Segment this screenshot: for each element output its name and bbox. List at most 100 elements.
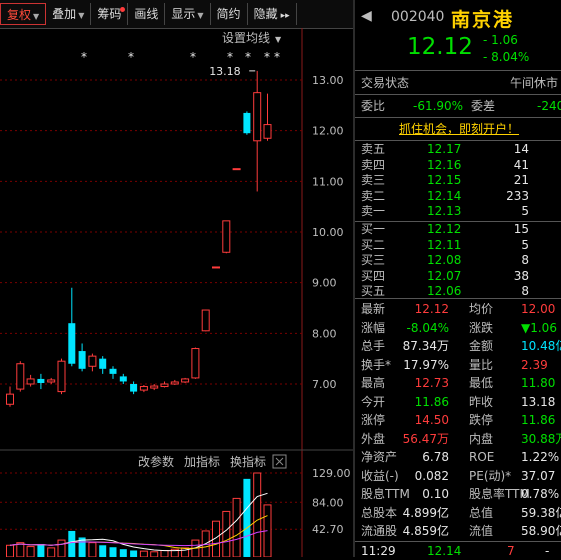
candle-body[interactable] [130,384,138,392]
price-tick-label: 9.00 [312,277,337,290]
stats-value: 11.86 [521,413,556,427]
volume-tick-label: 84.00 [312,496,344,509]
volume-bar[interactable] [160,549,169,558]
volume-bar[interactable] [222,510,231,558]
candle-body[interactable] [16,363,25,390]
candle-body[interactable] [191,348,200,379]
toolbar-button-4[interactable]: 显示 ▼ [165,3,211,25]
volume-bar[interactable] [253,472,262,558]
volume-bar[interactable] [109,547,117,557]
buy-order-row[interactable]: 买四 12.07 38 [355,269,561,285]
stats-row: 换手* 17.97% 量比 2.39 [355,356,561,374]
separator [355,70,561,71]
event-marker[interactable]: * [128,50,134,64]
candle-body[interactable] [6,393,14,405]
volume-bar[interactable] [68,530,76,557]
candle-body[interactable] [139,386,148,391]
stats-value: 56.47万 [402,431,449,446]
tick-row: 11:29 12.14 7 - [355,541,561,557]
event-marker[interactable]: * [190,50,196,64]
volume-bar[interactable] [232,497,241,558]
stats-label: 外盘 [361,431,386,446]
chevron-down-icon[interactable]: ▼ [275,35,282,44]
stats-value: 87.34万 [402,339,449,353]
ma-settings-label[interactable]: 设置均线 [222,31,270,45]
candle-body[interactable] [201,309,210,332]
candle-body[interactable] [263,124,272,139]
indicator-button[interactable]: 加指标 [184,454,220,469]
candle-body[interactable] [243,112,251,134]
volume-bar[interactable] [37,543,45,557]
volume-bar[interactable] [99,545,107,557]
indicator-button[interactable]: 改参数 [138,454,174,469]
sell-order-row[interactable]: 卖四 12.16 41 [355,158,561,174]
sell-order-row[interactable]: 卖三 12.15 21 [355,173,561,189]
volume-bar[interactable] [243,478,251,557]
event-marker[interactable]: * [274,50,280,64]
candle-body[interactable] [26,378,35,385]
sell-order-row[interactable]: 卖一 12.13 5 [355,204,561,220]
candle-body[interactable] [150,385,159,389]
volume-bar[interactable] [26,546,35,558]
candle-body[interactable] [109,368,117,374]
sell-order-label: 卖四 [361,157,386,172]
open-account-link[interactable]: 抓住机会，即刻开户！ [399,120,519,137]
toolbar-button-3[interactable]: 画线 [128,3,166,25]
candle-body[interactable] [222,220,231,253]
stats-row: 收益(-) 0.082 PE(动)* 37.07 [355,467,561,485]
candle-body[interactable] [57,360,66,393]
buy-order-row[interactable]: 买三 12.08 8 [355,253,561,269]
event-marker[interactable]: * [81,50,87,64]
toolbar-button-6[interactable]: 隐藏 ▸▸ [248,3,297,25]
stock-name: 南京港 [451,9,515,31]
buy-order-volume: 15 [513,222,529,236]
candle-body[interactable] [160,383,169,388]
sell-order-price: 12.17 [427,142,462,156]
indicator-button[interactable]: 换指标 [230,454,266,469]
buy-order-label: 买三 [361,253,386,267]
volume-bar[interactable] [57,539,66,558]
candle-body[interactable] [47,379,56,383]
toolbar-button-2[interactable]: 筹码 [91,3,129,25]
separator [355,94,561,95]
back-arrow-icon[interactable]: ◀ [361,8,372,24]
toolbar-button-0[interactable]: 复权 ▼ [0,3,47,25]
candle-body[interactable] [37,378,45,383]
sell-order-row[interactable]: 卖二 12.14 233 [355,189,561,205]
candle-body[interactable] [212,266,220,269]
stats-value: -8.04% [406,320,449,335]
volume-bar[interactable] [130,550,138,557]
buy-order-row[interactable]: 买一 12.12 15 [355,222,561,238]
sell-order-volume: 41 [513,157,529,172]
toolbar-button-1[interactable]: 叠加 ▼ [46,3,92,25]
candle-body[interactable] [119,376,127,382]
candle-body[interactable] [170,381,179,385]
stats-value: 11.86 [414,394,449,409]
volume-bar[interactable] [47,547,56,558]
volume-bar[interactable] [6,544,14,558]
candle-body[interactable] [78,351,86,369]
candle-body[interactable] [232,168,241,171]
price-change-pct: - 8.04% [483,50,530,64]
volume-bar[interactable] [88,542,97,558]
tick-volume: 7 [507,544,515,557]
sell-order-price: 12.14 [427,188,462,203]
candle-body[interactable] [68,323,76,364]
volume-bar[interactable] [16,542,25,558]
sell-order-row[interactable]: 卖五 12.17 14 [355,142,561,158]
stats-label: 量比 [469,357,494,372]
volume-bar[interactable] [150,551,159,558]
kline-chart[interactable]: 13.00 12.00 11.00 10.00 9.00 8.00 7.00 设置均线 ▼ 13.… [0,28,354,558]
buy-order-row[interactable]: 买二 12.11 5 [355,238,561,254]
candle-body[interactable] [181,378,190,383]
kline-chart-area[interactable]: 13.00 12.00 11.00 10.00 9.00 8.00 7.00 设置均线 ▼ 13.… [0,28,354,558]
event-marker[interactable]: * [264,50,270,64]
candle-body[interactable] [88,355,97,367]
candle-body[interactable] [99,358,107,369]
volume-bar[interactable] [139,550,148,558]
event-marker[interactable]: * [227,50,233,64]
event-marker[interactable]: * [245,50,251,64]
toolbar-button-5[interactable]: 简约 [211,3,248,25]
volume-bar[interactable] [119,549,127,557]
candle-body[interactable] [253,92,262,142]
